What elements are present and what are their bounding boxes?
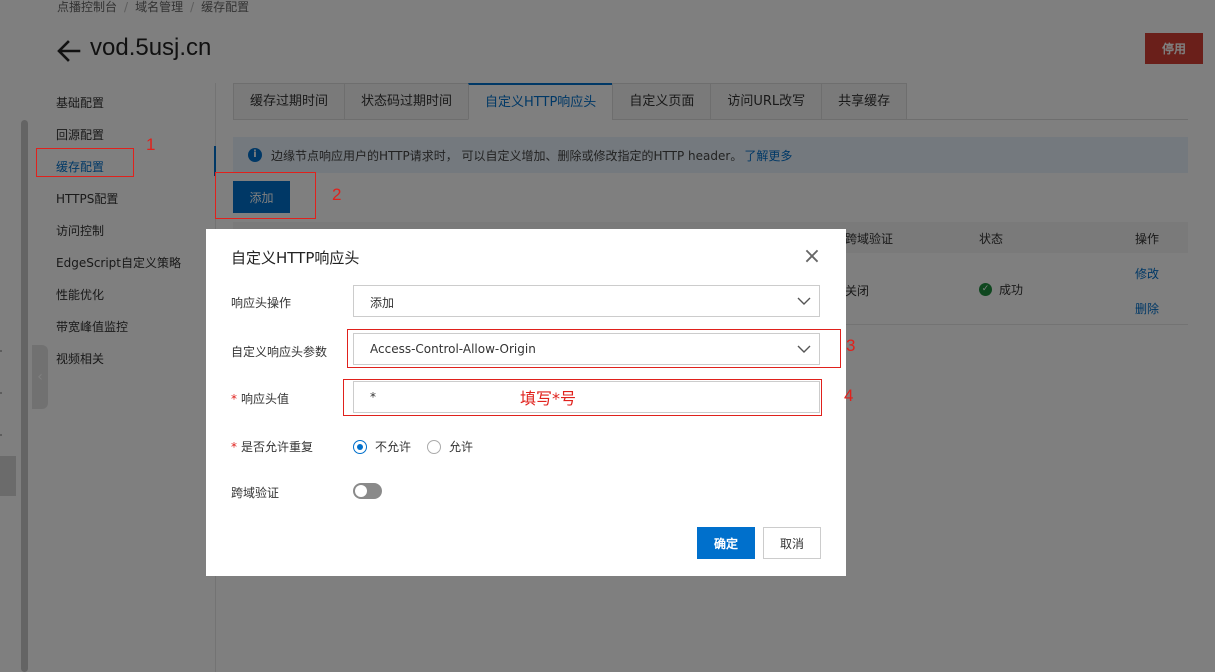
repeat-label-text: 是否允许重复: [241, 440, 314, 454]
radio-button[interactable]: [427, 439, 441, 454]
annotation-box-1: [36, 148, 134, 177]
operation-select[interactable]: 添加: [353, 285, 820, 317]
cors-toggle[interactable]: [353, 483, 382, 499]
annotation-box-3: [347, 329, 841, 368]
dialog-title: 自定义HTTP响应头: [231, 249, 360, 267]
param-label: 自定义响应头参数: [231, 345, 328, 359]
radio-allow[interactable]: 允许: [427, 438, 473, 455]
cors-label: 跨域验证: [231, 486, 280, 500]
operation-label: 响应头操作: [231, 296, 292, 310]
required-mark: *: [231, 440, 237, 454]
radio-button-checked[interactable]: [353, 439, 367, 454]
radio-not-allow[interactable]: 不允许: [353, 438, 411, 455]
value-label-text: 响应头值: [241, 392, 290, 406]
annotation-box-2: [215, 172, 316, 219]
confirm-button[interactable]: 确定: [697, 527, 755, 559]
required-mark: *: [231, 392, 237, 406]
annotation-box-4: [343, 379, 822, 416]
chevron-down-icon: [797, 297, 811, 305]
annotation-number-4: 4: [844, 386, 854, 405]
value-label: * 响应头值: [231, 390, 289, 407]
operation-select-value: 添加: [370, 296, 395, 310]
annotation-number-2: 2: [332, 185, 342, 204]
close-icon[interactable]: ×: [802, 246, 822, 268]
annotation-number-3: 3: [846, 336, 856, 355]
annotation-number-1: 1: [146, 135, 156, 154]
radio-not-allow-label: 不允许: [375, 440, 412, 454]
cancel-button[interactable]: 取消: [763, 527, 821, 559]
repeat-label: * 是否允许重复: [231, 438, 313, 455]
radio-allow-label: 允许: [449, 440, 474, 454]
